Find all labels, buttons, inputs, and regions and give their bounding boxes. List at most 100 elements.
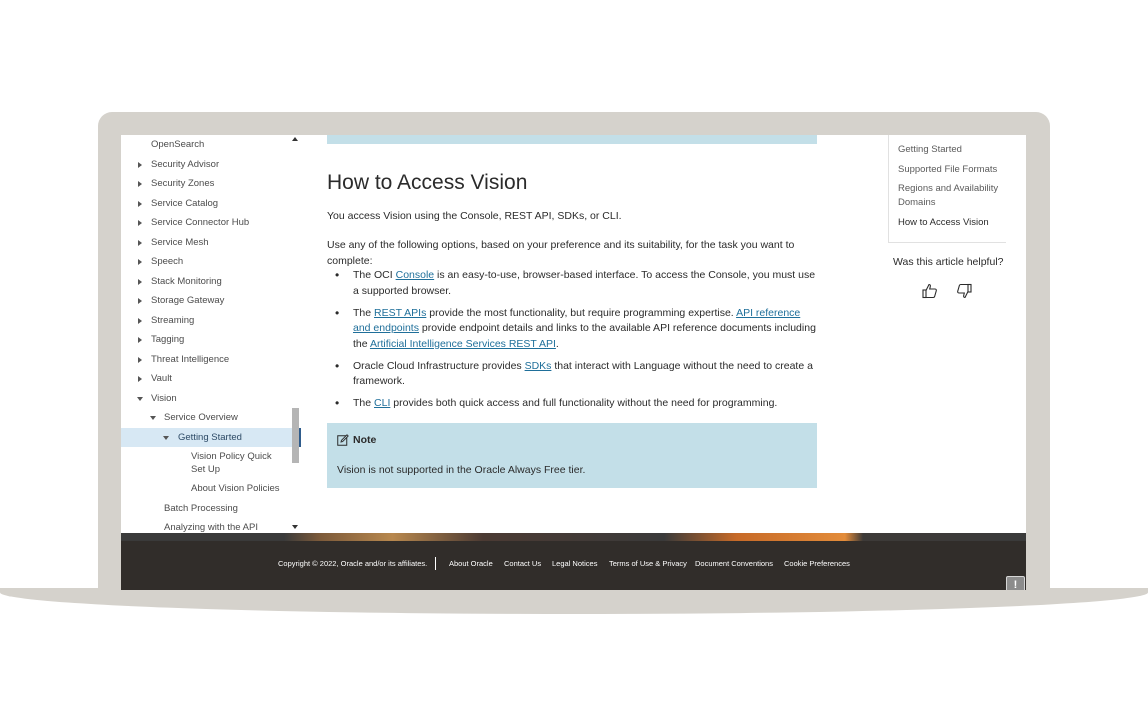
caret-right-icon[interactable]	[138, 317, 142, 324]
ai-services-rest-api-link[interactable]: Artificial Intelligence Services REST AP…	[370, 338, 556, 350]
bullet-text: The	[353, 306, 375, 319]
sidebar-item-vision[interactable]: Vision	[121, 389, 301, 409]
sidebar-item-tagging[interactable]: Tagging	[121, 330, 301, 350]
options-intro-paragraph: Use any of the following options, based …	[327, 239, 795, 267]
note-callout: Note Vision is not supported in the Orac…	[327, 423, 817, 488]
sidebar-item-label: Service Mesh	[151, 236, 209, 248]
sidebar-item-service-overview[interactable]: Service Overview	[121, 408, 301, 428]
list-item: Oracle Cloud Infrastructure provides SDK…	[327, 359, 817, 390]
footer-link-document-conventions[interactable]: Document Conventions	[695, 559, 773, 568]
caret-right-icon[interactable]	[138, 337, 142, 343]
sidebar-item-label: Service Connector Hub	[151, 217, 250, 228]
sidebar-item-vault[interactable]: Vault	[121, 369, 301, 389]
caret-right-icon[interactable]	[138, 298, 142, 304]
sidebar-item-label: Threat Intelligence	[151, 353, 230, 365]
caret-down-icon[interactable]	[150, 416, 156, 420]
footer-link-terms-of-use[interactable]: Terms of Use & Privacy	[609, 559, 687, 568]
sidebar-item-analyzing-with-the-api[interactable]: Analyzing with the API	[121, 518, 301, 533]
sidebar-item-label: Streaming	[151, 314, 195, 326]
sidebar-item-batch-processing[interactable]: Batch Processing	[121, 499, 301, 519]
sidebar-item-service-catalog[interactable]: Service Catalog	[121, 194, 301, 214]
footer-link-cookie-preferences[interactable]: Cookie Preferences	[784, 559, 850, 568]
sidebar-item-opensearch[interactable]: OpenSearch	[121, 135, 301, 155]
bullet-text: The OCI	[353, 269, 396, 281]
helpful-question: Was this article helpful?	[893, 256, 1004, 268]
bullet-text: The	[353, 397, 375, 409]
toc-item-regions-and-availability-domains[interactable]: Regions and Availability Domains	[898, 182, 1006, 209]
sidebar-item-service-mesh[interactable]: Service Mesh	[121, 233, 301, 253]
bullet-text: Oracle Cloud Infrastructure provides	[353, 359, 525, 372]
sidebar-item-about-vision-policies[interactable]: About Vision Policies	[121, 479, 301, 499]
note-edit-icon	[337, 434, 349, 446]
caret-right-icon[interactable]	[138, 278, 142, 285]
thumbs-down-icon[interactable]	[956, 283, 972, 299]
list-item: The OCI Console is an easy-to-use, brows…	[327, 268, 817, 299]
page-footer: Copyright © 2022, Oracle and/or its affi…	[121, 541, 1026, 590]
sidebar-item-label: Speech	[151, 256, 184, 267]
caret-right-icon[interactable]	[138, 161, 142, 168]
scrollbar-thumb[interactable]	[292, 408, 299, 463]
sidebar-item-label: Getting Started	[178, 431, 242, 443]
caret-right-icon[interactable]	[138, 376, 142, 382]
caret-down-icon[interactable]	[163, 435, 169, 440]
caret-right-icon[interactable]	[138, 181, 142, 187]
list-item: The REST APIs provide the most functiona…	[327, 306, 817, 353]
footer-decorative-banner	[121, 533, 1026, 541]
sidebar-item-label: Tagging	[151, 334, 185, 345]
footer-link-contact-us[interactable]: Contact Us	[504, 559, 541, 568]
access-options-list: The OCI Console is an easy-to-use, brows…	[327, 268, 817, 418]
toc-item-how-to-access-vision[interactable]: How to Access Vision	[898, 216, 1006, 230]
sidebar-item-label: Stack Monitoring	[151, 275, 222, 287]
scroll-up-arrow-icon[interactable]	[292, 137, 298, 141]
sidebar-item-label: OpenSearch	[151, 139, 205, 150]
caret-down-icon[interactable]	[137, 396, 143, 401]
intro-paragraph: You access Vision using the Console, RES…	[327, 210, 622, 222]
footer-link-legal-notices[interactable]: Legal Notices	[552, 559, 597, 568]
note-heading: Note	[353, 434, 377, 446]
footer-copyright: Copyright © 2022, Oracle and/or its affi…	[278, 559, 428, 568]
caret-right-icon[interactable]	[138, 200, 142, 207]
scroll-down-arrow-icon[interactable]	[292, 525, 298, 529]
sidebar-item-label: Vision Policy Quick Set Up	[191, 451, 272, 475]
sidebar-item-streaming[interactable]: Streaming	[121, 311, 301, 331]
bullet-text: provide the most functionality, but requ…	[426, 306, 737, 319]
sidebar-scrollbar[interactable]	[290, 135, 300, 533]
sidebar-nav: OpenSearch Security Advisor Security Zon…	[121, 135, 301, 533]
thumbs-up-icon[interactable]	[922, 283, 938, 299]
caret-right-icon[interactable]	[138, 220, 142, 226]
rest-apis-link[interactable]: REST APIs	[374, 307, 426, 319]
sidebar-item-stack-monitoring[interactable]: Stack Monitoring	[121, 272, 301, 292]
sidebar-item-label: Vision	[151, 392, 177, 404]
laptop-base	[0, 588, 1148, 614]
bullet-text: provides both quick access and full func…	[390, 397, 778, 409]
sidebar-item-getting-started[interactable]: Getting Started	[121, 427, 301, 447]
toc-item-supported-file-formats[interactable]: Supported File Formats	[898, 163, 1006, 177]
cli-link[interactable]: CLI	[374, 397, 390, 409]
bullet-text: .	[555, 337, 559, 350]
sidebar-item-storage-gateway[interactable]: Storage Gateway	[121, 291, 301, 311]
footer-link-about-oracle[interactable]: About Oracle	[449, 559, 493, 568]
sidebar-item-label: Storage Gateway	[151, 295, 225, 306]
sidebar-item-label: Batch Processing	[164, 502, 238, 514]
list-item: The CLI provides both quick access and f…	[327, 396, 817, 412]
sdks-link[interactable]: SDKs	[525, 360, 552, 372]
sidebar-item-label: Analyzing with the API	[164, 522, 258, 533]
sidebar-item-security-zones[interactable]: Security Zones	[121, 174, 301, 194]
previous-note-band	[327, 135, 817, 144]
sidebar-item-label: Security Advisor	[151, 158, 220, 170]
feedback-button[interactable]: !	[1006, 576, 1025, 590]
caret-right-icon[interactable]	[138, 239, 142, 246]
on-this-page-toc: Getting Started Supported File Formats R…	[888, 135, 1006, 243]
sidebar-item-service-connector-hub[interactable]: Service Connector Hub	[121, 213, 301, 233]
sidebar-item-label: Vault	[151, 373, 172, 384]
page-title: How to Access Vision	[327, 171, 528, 194]
caret-right-icon[interactable]	[138, 259, 142, 265]
sidebar-item-vision-policy-quick-set-up[interactable]: Vision Policy Quick Set Up	[121, 447, 301, 479]
sidebar-item-speech[interactable]: Speech	[121, 252, 301, 272]
sidebar-item-label: Service Catalog	[151, 197, 219, 209]
sidebar-item-security-advisor[interactable]: Security Advisor	[121, 155, 301, 175]
console-link[interactable]: Console	[396, 269, 435, 281]
sidebar-item-threat-intelligence[interactable]: Threat Intelligence	[121, 350, 301, 370]
toc-item-getting-started[interactable]: Getting Started	[898, 143, 1006, 157]
caret-right-icon[interactable]	[138, 356, 142, 363]
